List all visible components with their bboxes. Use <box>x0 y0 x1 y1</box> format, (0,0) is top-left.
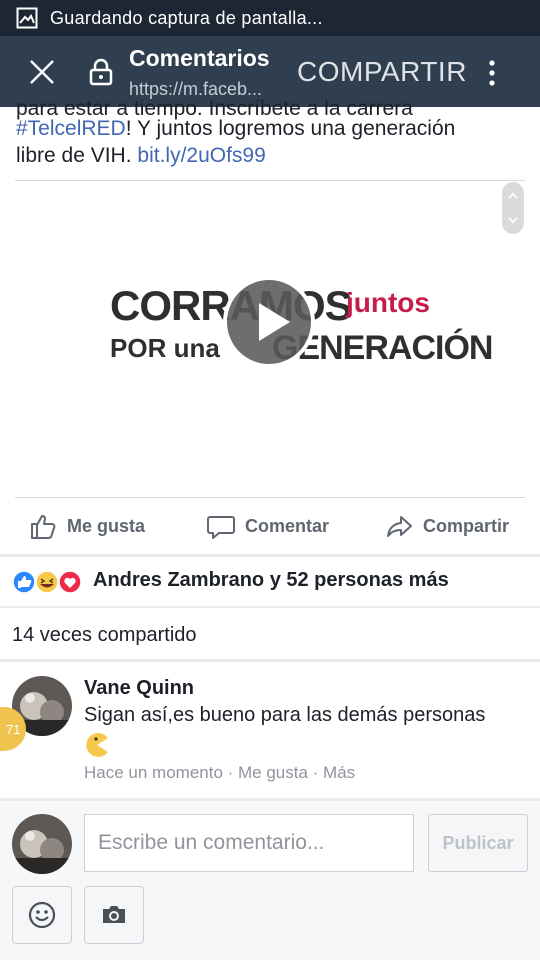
separator <box>0 606 540 608</box>
share-arrow-icon <box>387 516 412 537</box>
share-label: Compartir <box>423 515 510 536</box>
share-button[interactable]: COMPARTIR <box>297 56 467 88</box>
avatar <box>12 814 72 874</box>
post-text-line-1: #TelcelRED! Y juntos logremos una genera… <box>16 115 455 143</box>
image-icon <box>16 7 38 29</box>
more-options-icon[interactable] <box>482 58 502 88</box>
video-banner-por-una: POR una <box>110 333 220 363</box>
hashtag-link[interactable]: #TelcelRED <box>16 117 126 140</box>
post-link[interactable]: bit.ly/2uOfs99 <box>137 144 265 167</box>
like-label: Me gusta <box>67 515 146 536</box>
comment-composer: Escribe un comentario... Publicar <box>0 801 540 960</box>
post-text-line-1-rest: ! Y juntos logremos una generación <box>125 117 456 140</box>
post-text-line-2-text: libre de VIH. <box>16 144 138 167</box>
comment-input[interactable]: Escribe un comentario... <box>84 814 414 872</box>
status-bar-text: Guardando captura de pantalla... <box>50 7 323 28</box>
comment-label: Comentar <box>245 515 330 536</box>
publish-button[interactable]: Publicar <box>428 814 528 872</box>
comment-meta[interactable]: Hace un momento · Me gusta · Más <box>84 763 355 783</box>
close-icon[interactable] <box>28 58 56 86</box>
page-title: Comentarios <box>129 45 270 71</box>
lock-icon <box>89 58 113 86</box>
scroll-handle[interactable] <box>502 182 524 234</box>
chevron-up-icon <box>508 192 518 199</box>
thumbs-up-icon <box>31 515 56 539</box>
comment-text: Sigan así,es bueno para las demás person… <box>84 704 486 726</box>
comment-icon <box>207 516 235 539</box>
share-count[interactable]: 14 veces compartido <box>12 624 197 647</box>
emoji-button[interactable] <box>12 886 72 944</box>
chevron-down-icon <box>508 217 518 224</box>
smiley-icon <box>28 901 56 929</box>
reactions-summary[interactable]: Andres Zambrano y 52 personas más <box>0 556 540 606</box>
camera-button[interactable] <box>84 886 144 944</box>
reaction-icons <box>12 570 82 594</box>
comment-button[interactable]: Comentar <box>207 498 329 554</box>
pacman-emoji-icon <box>86 733 108 757</box>
share-post-button[interactable]: Compartir <box>385 498 509 554</box>
comment-item: Vane Quinn Sigan así,es bueno para las d… <box>0 662 540 798</box>
avatar-image <box>12 814 72 874</box>
status-bar: Guardando captura de pantalla... <box>0 0 540 36</box>
video-banner-juntos: juntos <box>346 287 430 318</box>
like-button[interactable]: Me gusta <box>29 498 145 554</box>
post-text-line-2: libre de VIH. bit.ly/2uOfs99 <box>16 142 266 170</box>
post-actions: Me gusta Comentar Compartir <box>0 498 540 554</box>
reactions-text: Andres Zambrano y 52 personas más <box>93 569 449 591</box>
play-button-icon[interactable] <box>222 275 316 369</box>
comment-author[interactable]: Vane Quinn <box>84 677 194 700</box>
camera-icon <box>103 906 125 923</box>
